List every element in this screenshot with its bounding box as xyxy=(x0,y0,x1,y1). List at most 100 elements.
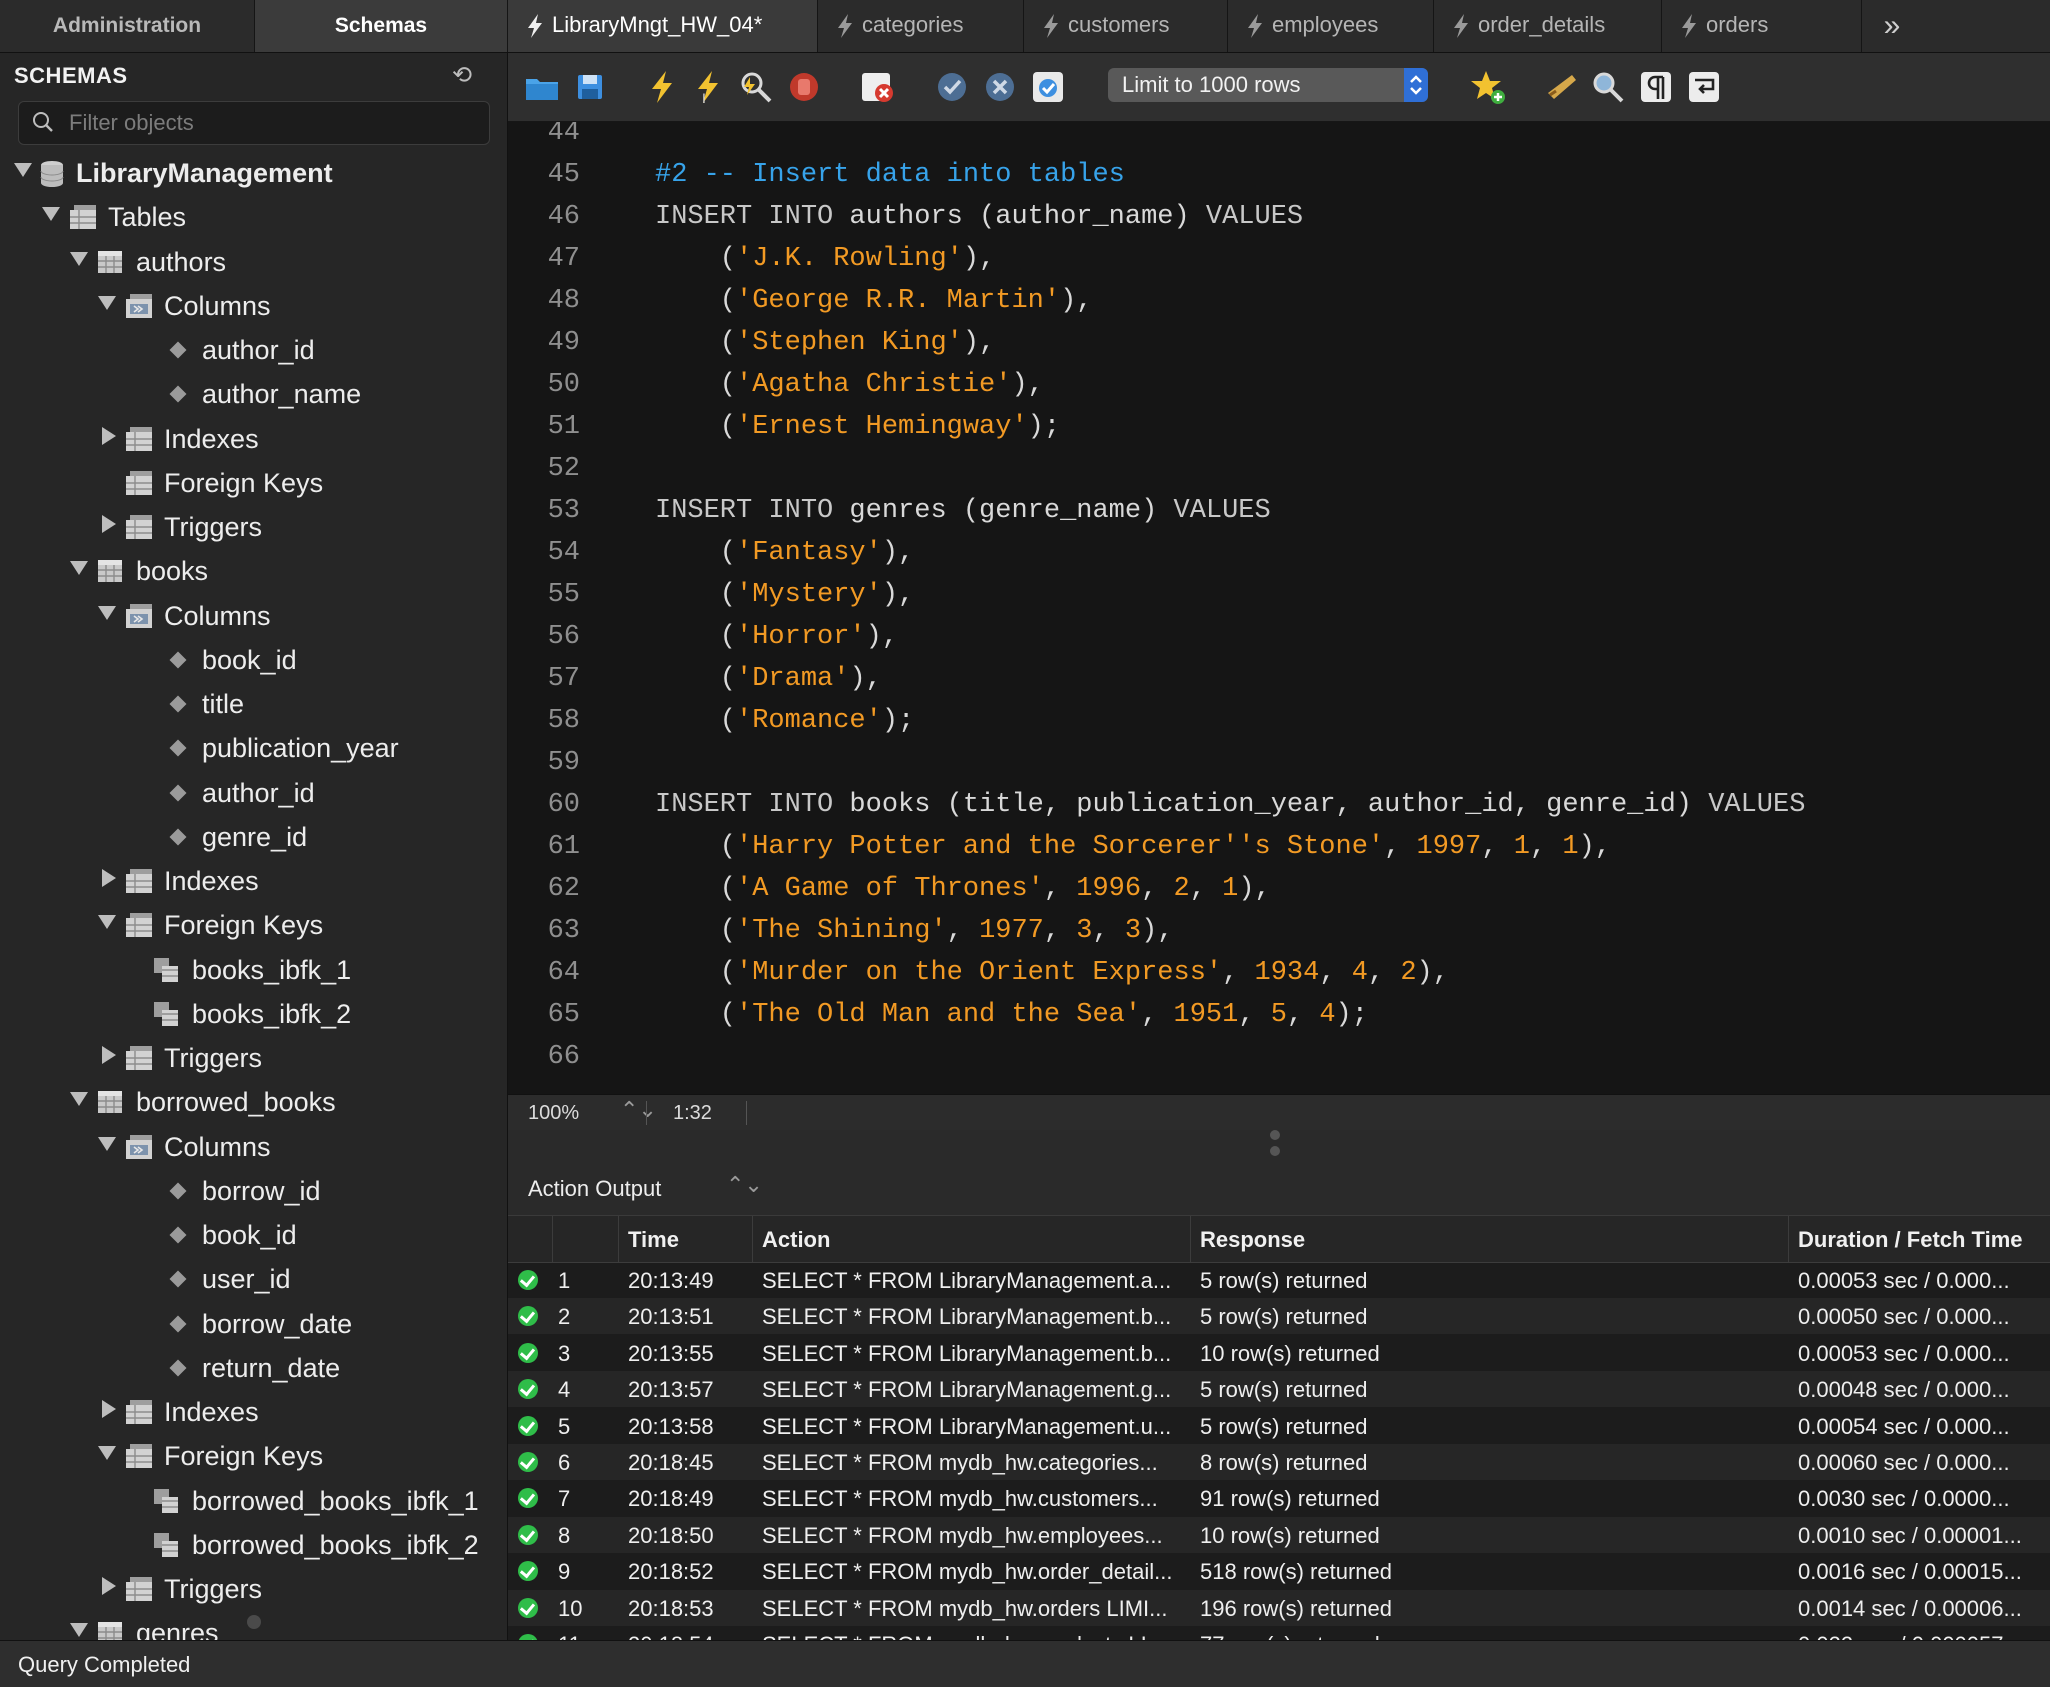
tab-order-details[interactable]: order_details xyxy=(1434,0,1662,52)
tree-item[interactable]: Indexes xyxy=(0,1390,507,1434)
invisible-chars-icon[interactable] xyxy=(1636,67,1676,107)
tree-item[interactable]: book_id xyxy=(0,638,507,682)
disclosure-closed-icon[interactable] xyxy=(102,1046,116,1064)
output-row[interactable]: 3 20:13:55 SELECT * FROM LibraryManagement… xyxy=(508,1335,2050,1371)
filter-objects-input[interactable] xyxy=(67,108,481,138)
disclosure-closed-icon[interactable] xyxy=(102,1577,116,1595)
tree-item[interactable]: Columns xyxy=(0,1125,507,1169)
code-line[interactable]: 64 ('Murder on the Orient Express', 1934… xyxy=(508,952,2050,994)
tree-item[interactable]: publication_year xyxy=(0,726,507,770)
output-row[interactable]: 1 20:13:49 SELECT * FROM LibraryManagement… xyxy=(508,1262,2050,1298)
tree-item[interactable]: books xyxy=(0,549,507,593)
disclosure-open-icon[interactable] xyxy=(70,1623,88,1638)
column-header-response[interactable]: Response xyxy=(1200,1227,1305,1253)
column-header-action[interactable]: Action xyxy=(762,1227,830,1253)
disclosure-open-icon[interactable] xyxy=(98,1136,116,1151)
output-row[interactable]: 6 20:18:45 SELECT * FROM mydb_hw.categorie… xyxy=(508,1444,2050,1480)
zoom-level[interactable]: 100% xyxy=(528,1102,579,1125)
tree-item[interactable]: Triggers xyxy=(0,505,507,549)
disclosure-open-icon[interactable] xyxy=(42,207,60,222)
find-icon[interactable] xyxy=(1588,67,1628,107)
tab-employees[interactable]: employees xyxy=(1228,0,1434,52)
tree-item[interactable]: book_id xyxy=(0,1213,507,1257)
output-row[interactable]: 10 20:18:53 SELECT * FROM mydb_hw.orders L… xyxy=(508,1589,2050,1626)
tree-item[interactable]: Columns xyxy=(0,284,507,328)
tree-scroll-indicator[interactable] xyxy=(247,1615,261,1629)
code-line[interactable]: 55 ('Mystery'), xyxy=(508,574,2050,616)
tree-item[interactable]: Foreign Keys xyxy=(0,1434,507,1478)
tree-item[interactable]: borrowed_books_ibfk_1 xyxy=(0,1479,507,1523)
sql-editor[interactable]: 44 45 #2 -- Insert data into tables 46 INSER… xyxy=(508,122,2050,1094)
output-row[interactable]: 5 20:13:58 SELECT * FROM LibraryManagement… xyxy=(508,1408,2050,1444)
output-row[interactable]: 7 20:18:49 SELECT * FROM mydb_hw.customers… xyxy=(508,1480,2050,1516)
tree-item[interactable]: borrowed_books xyxy=(0,1080,507,1124)
code-line[interactable]: 57 ('Drama'), xyxy=(508,658,2050,700)
stop-icon[interactable] xyxy=(784,67,824,107)
tree-item[interactable]: return_date xyxy=(0,1346,507,1390)
disclosure-open-icon[interactable] xyxy=(14,163,32,177)
code-line[interactable]: 63 ('The Shining', 1977, 3, 3), xyxy=(508,910,2050,952)
autocommit-icon[interactable] xyxy=(1028,67,1068,107)
code-line[interactable]: 54 ('Fantasy'), xyxy=(508,532,2050,574)
tree-item[interactable]: author_id xyxy=(0,771,507,815)
tree-item[interactable]: genre_id xyxy=(0,815,507,859)
code-line[interactable]: 49 ('Stephen King'), xyxy=(508,322,2050,364)
open-folder-icon[interactable] xyxy=(522,67,562,107)
tree-item[interactable]: Indexes xyxy=(0,859,507,903)
column-header-duration[interactable]: Duration / Fetch Time xyxy=(1798,1227,2023,1253)
tree-item[interactable]: authors xyxy=(0,240,507,284)
disclosure-open-icon[interactable] xyxy=(98,605,116,620)
disclosure-open-icon[interactable] xyxy=(70,561,88,576)
code-line[interactable]: 65 ('The Old Man and the Sea', 1951, 5, … xyxy=(508,994,2050,1036)
add-snippet-icon[interactable] xyxy=(1468,67,1508,107)
disclosure-closed-icon[interactable] xyxy=(102,426,116,445)
tree-item[interactable]: Triggers xyxy=(0,1036,507,1080)
tab-customers[interactable]: customers xyxy=(1024,0,1228,52)
code-line[interactable]: 61 ('Harry Potter and the Sorcerer''s St… xyxy=(508,826,2050,868)
filter-objects-field[interactable] xyxy=(18,101,490,145)
rollback-icon[interactable] xyxy=(980,67,1020,107)
tree-item[interactable]: Indexes xyxy=(0,417,507,461)
tree-item[interactable]: author_id xyxy=(0,328,507,372)
tree-item[interactable]: books_ibfk_1 xyxy=(0,948,507,992)
wrap-lines-icon[interactable] xyxy=(1684,67,1724,107)
tab-schemas[interactable]: Schemas xyxy=(255,0,508,52)
chevron-updown-icon[interactable]: ⌃⌄ xyxy=(726,1172,763,1198)
tree-item[interactable]: Foreign Keys xyxy=(0,903,507,947)
output-row[interactable]: 2 20:13:51 SELECT * FROM LibraryManagement… xyxy=(508,1298,2050,1335)
tree-item[interactable]: Columns xyxy=(0,594,507,638)
disclosure-open-icon[interactable] xyxy=(98,915,116,930)
disclosure-closed-icon[interactable] xyxy=(102,869,116,887)
tree-item[interactable]: borrowed_books_ibfk_2 xyxy=(0,1523,507,1567)
code-line[interactable]: 53 INSERT INTO genres (genre_name) VALUES xyxy=(508,490,2050,532)
execute-current-icon[interactable]: I xyxy=(688,67,728,107)
toggle-error-stop-icon[interactable] xyxy=(858,67,898,107)
code-line[interactable]: 58 ('Romance'); xyxy=(508,700,2050,742)
tab-orders[interactable]: orders xyxy=(1662,0,1862,52)
refresh-icon[interactable]: ⟲ xyxy=(452,61,472,90)
tab-librarymngt-hw-04[interactable]: LibraryMngt_HW_04* xyxy=(508,0,818,52)
tab-overflow-icon[interactable]: » xyxy=(1862,0,1922,52)
tab-categories[interactable]: categories xyxy=(818,0,1024,52)
tab-administration[interactable]: Administration xyxy=(0,0,255,52)
code-line[interactable]: 52 xyxy=(508,448,2050,490)
save-icon[interactable] xyxy=(570,67,610,107)
disclosure-open-icon[interactable] xyxy=(98,295,116,310)
output-row[interactable]: 8 20:18:50 SELECT * FROM mydb_hw.employees… xyxy=(508,1516,2050,1553)
tree-item[interactable]: LibraryManagement xyxy=(0,151,507,195)
tree-item[interactable]: books_ibfk_2 xyxy=(0,992,507,1036)
execute-icon[interactable] xyxy=(642,67,682,107)
limit-rows-select[interactable]: Limit to 1000 rows xyxy=(1108,68,1428,102)
tree-item[interactable]: user_id xyxy=(0,1257,507,1301)
code-line[interactable]: 60 INSERT INTO books (title, publication_… xyxy=(508,784,2050,826)
code-line[interactable]: 47 ('J.K. Rowling'), xyxy=(508,238,2050,280)
code-line[interactable]: 48 ('George R.R. Martin'), xyxy=(508,280,2050,322)
output-row[interactable]: 9 20:18:52 SELECT * FROM mydb_hw.order_det… xyxy=(508,1553,2050,1589)
disclosure-open-icon[interactable] xyxy=(98,1446,116,1461)
explain-icon[interactable] xyxy=(736,67,776,107)
output-row[interactable]: 11 20:18:54 SELECT * FROM mydb_hw.products… xyxy=(508,1626,2050,1640)
tree-item[interactable]: Tables xyxy=(0,195,507,239)
tree-item[interactable]: borrow_id xyxy=(0,1169,507,1213)
code-line[interactable]: 51 ('Ernest Hemingway'); xyxy=(508,406,2050,448)
code-line[interactable]: 66 xyxy=(508,1036,2050,1078)
